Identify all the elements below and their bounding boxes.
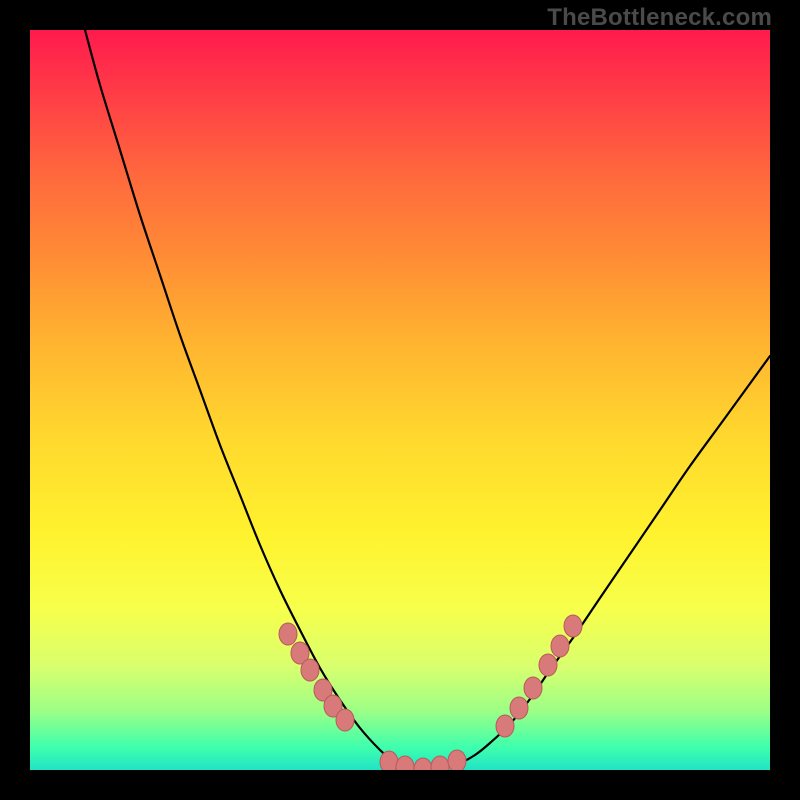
marker-dot bbox=[380, 751, 398, 770]
marker-dot bbox=[431, 756, 449, 770]
bottleneck-curve bbox=[85, 30, 770, 769]
chart-frame: TheBottleneck.com bbox=[0, 0, 800, 800]
chart-svg bbox=[30, 30, 770, 770]
marker-dot bbox=[524, 677, 542, 699]
marker-dot bbox=[496, 715, 514, 737]
plot-area bbox=[30, 30, 770, 770]
marker-dot bbox=[336, 709, 354, 731]
marker-dot bbox=[564, 615, 582, 637]
marker-dot bbox=[279, 623, 297, 645]
marker-dot bbox=[551, 635, 569, 657]
curve-markers bbox=[279, 615, 582, 770]
marker-dot bbox=[539, 654, 557, 676]
marker-dot bbox=[448, 750, 466, 770]
watermark-text: TheBottleneck.com bbox=[547, 4, 772, 32]
marker-dot bbox=[414, 758, 432, 770]
marker-dot bbox=[510, 697, 528, 719]
marker-dot bbox=[301, 659, 319, 681]
marker-dot bbox=[396, 756, 414, 770]
